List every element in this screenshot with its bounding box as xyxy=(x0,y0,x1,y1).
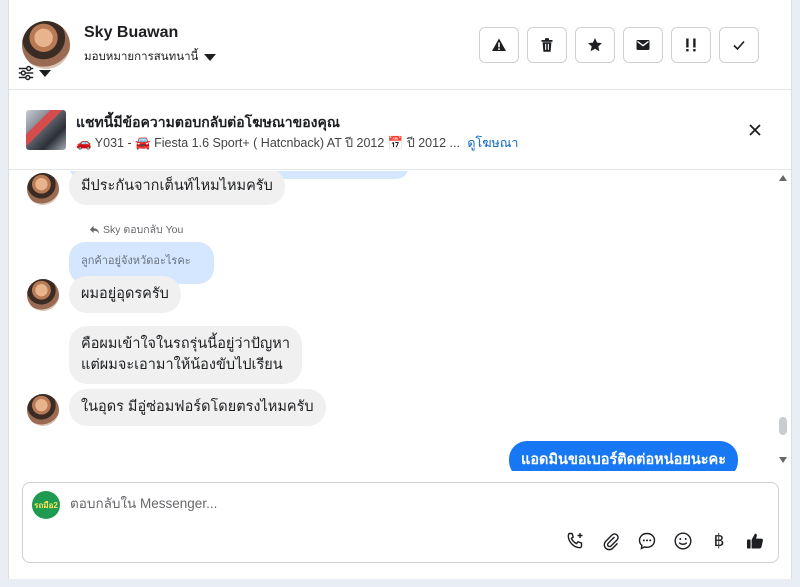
ad-thumbnail xyxy=(26,110,66,150)
mark-done-button[interactable] xyxy=(719,27,759,63)
message-bubble[interactable]: คือผมเข้าใจในรถรุ่นนี้อยู่ว่าปัญหา แต่ผม… xyxy=(69,326,302,384)
page-logo: รถมือ2 xyxy=(32,491,60,519)
message-bubble[interactable]: ผมอยู่อุดรครับ xyxy=(69,276,181,313)
emoji-button[interactable] xyxy=(672,530,694,552)
thread-scrollbar-thumb[interactable] xyxy=(779,417,787,435)
chevron-down-icon xyxy=(39,69,51,77)
baht-icon: ฿ xyxy=(713,531,725,551)
sender-avatar xyxy=(27,394,59,426)
scroll-up-arrow[interactable] xyxy=(779,175,787,181)
star-icon xyxy=(588,38,602,52)
report-button[interactable] xyxy=(479,27,519,63)
conversation-panel: Sky Buawan มอบหมายการสนทนานี้ แชทนี้มีข้… xyxy=(8,0,792,579)
reply-input[interactable] xyxy=(70,496,670,511)
close-icon xyxy=(749,124,761,136)
outgoing-message-bubble[interactable]: แอดมินขอเบอร์ติดต่อหน่อยนะคะ xyxy=(509,441,739,471)
reply-indicator: Sky ตอบกลับ You xyxy=(89,221,183,238)
attach-button[interactable] xyxy=(600,530,622,552)
phone-plus-icon xyxy=(567,532,583,549)
conversation-header: Sky Buawan มอบหมายการสนทนานี้ xyxy=(9,0,791,90)
contact-avatar[interactable] xyxy=(22,21,70,69)
priority-button[interactable] xyxy=(671,27,711,63)
assign-conversation-dropdown[interactable]: มอบหมายการสนทนานี้ xyxy=(84,48,217,66)
composer-toolbar: ฿ xyxy=(564,530,766,552)
thumbs-up-icon xyxy=(747,533,763,549)
ad-description: 🚗 Y031 - 🚘 Fiesta 1.6 Sport+ ( Hatcnback… xyxy=(76,136,460,150)
saved-replies-button[interactable] xyxy=(636,530,658,552)
reply-icon xyxy=(89,225,100,234)
payment-button[interactable]: ฿ xyxy=(708,530,730,552)
mail-icon xyxy=(636,40,650,50)
close-banner-button[interactable] xyxy=(745,120,765,140)
message-composer: รถมือ2 ตอบกลับใน Messenger... ฿ xyxy=(22,482,779,563)
priority-icon xyxy=(686,38,696,52)
like-button[interactable] xyxy=(744,530,766,552)
star-button[interactable] xyxy=(575,27,615,63)
message-line: คือผมเข้าใจในรถรุ่นนี้อยู่ว่าปัญหา xyxy=(81,336,290,352)
paperclip-icon xyxy=(603,533,619,551)
view-ad-link[interactable]: ดูโฆษณา xyxy=(467,136,518,150)
call-button[interactable] xyxy=(564,530,586,552)
conversation-actions xyxy=(479,27,759,63)
sender-avatar xyxy=(27,173,59,205)
warning-icon xyxy=(492,38,506,51)
sliders-icon xyxy=(18,65,34,81)
filter-dropdown[interactable] xyxy=(17,64,51,82)
chevron-down-icon xyxy=(204,53,217,61)
message-bubble[interactable]: มีประกันจากเต็นท์ไหมไหมครับ xyxy=(69,171,285,205)
delete-button[interactable] xyxy=(527,27,567,63)
message-line: แต่ผมจะเอามาให้น้องขับไปเรียน xyxy=(81,357,283,373)
chat-bubble-icon xyxy=(638,532,656,550)
message-thread[interactable]: มีประกันจากเต็นท์ไหมไหมครับ Sky ตอบกลับ … xyxy=(9,171,791,471)
smiley-icon xyxy=(674,532,692,550)
reply-indicator-text: Sky ตอบกลับ You xyxy=(103,224,184,236)
mark-unread-button[interactable] xyxy=(623,27,663,63)
check-icon xyxy=(733,40,745,51)
message-bubble[interactable]: ในอุดร มีอู่ซ่อมฟอร์ดโดยตรงไหมครับ xyxy=(69,389,326,426)
banner-title: แชทนี้มีข้อความตอบกลับต่อโฆษณาของคุณ xyxy=(76,114,340,130)
sender-avatar xyxy=(27,279,59,311)
contact-name[interactable]: Sky Buawan xyxy=(84,24,178,42)
trash-icon xyxy=(541,38,553,52)
ad-reply-banner: แชทนี้มีข้อความตอบกลับต่อโฆษณาของคุณ 🚗 Y… xyxy=(9,90,791,170)
scroll-down-arrow[interactable] xyxy=(779,457,787,463)
assign-label: มอบหมายการสนทนานี้ xyxy=(84,51,199,63)
banner-subtitle: 🚗 Y031 - 🚘 Fiesta 1.6 Sport+ ( Hatcnback… xyxy=(76,133,518,153)
